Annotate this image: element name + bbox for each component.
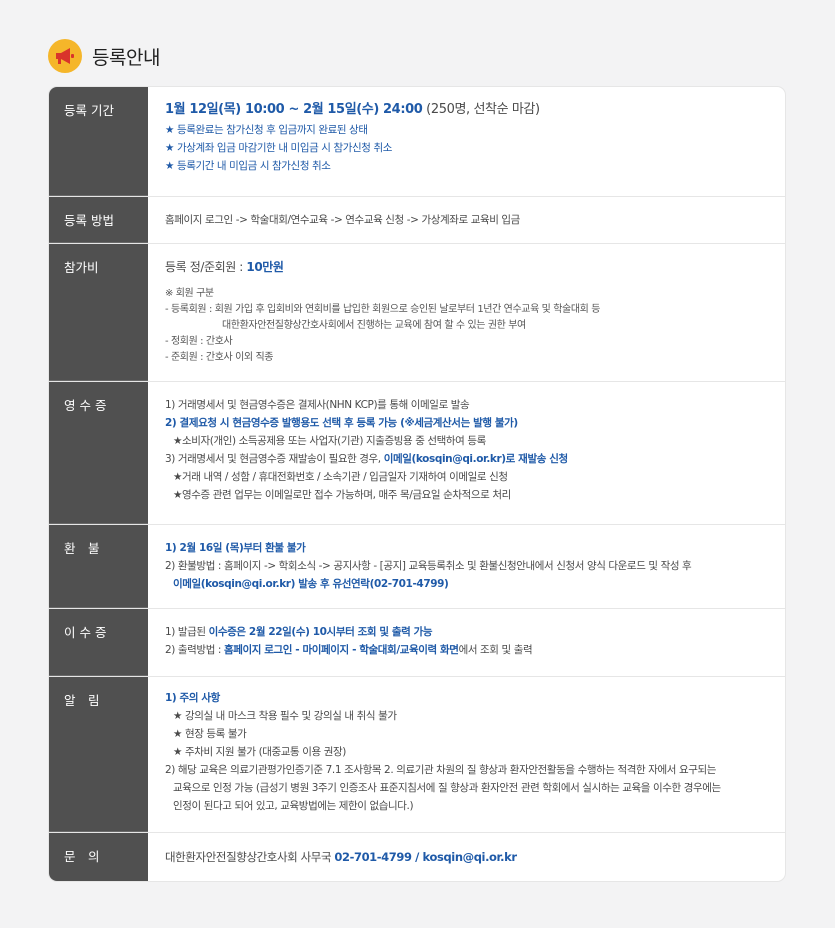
notice-line: 교육으로 인정 가능 (급성기 병원 3주기 인증조사 표준지침서에 질 향상과… — [173, 782, 721, 794]
period-note: ★ 등록기간 내 미입금 시 참가신청 취소 — [165, 160, 331, 172]
notice-line: 1) 주의 사항 — [165, 692, 220, 704]
fee-line: 대한환자안전질향상간호사회에서 진행하는 교육에 참여 할 수 있는 권한 부여 — [222, 320, 526, 331]
receipt-line: ★소비자(개인) 소득공제용 또는 사업자(기관) 지출증빙용 중 선택하여 등… — [173, 435, 486, 447]
row-refund: 환 불 1) 2월 16일 (목)부터 환불 불가 2) 환불방법 : 홈페이지… — [49, 525, 785, 609]
period-dates: 1월 12일(목) 10:00 ~ 2월 15일(수) 24:00 — [165, 102, 423, 117]
period-capacity: (250명, 선착순 마감) — [422, 102, 540, 117]
receipt-line: ★거래 내역 / 성함 / 휴대전화번호 / 소속기관 / 입금일자 기재하여 … — [173, 471, 508, 483]
label-notice: 알 림 — [49, 677, 148, 832]
notice-item: ★ 현장 등록 불가 — [173, 728, 247, 740]
contact-info: 02-701-4799 / kosqin@qi.or.kr — [334, 850, 517, 864]
label-contact: 문 의 — [49, 833, 148, 881]
registration-info-table: 등록 기간 1월 12일(목) 10:00 ~ 2월 15일(수) 24:00 … — [49, 87, 785, 881]
label-period: 등록 기간 — [49, 87, 148, 196]
page-header: 등록안내 — [48, 38, 160, 74]
refund-line: 1) 2월 16일 (목)부터 환불 불가 — [165, 542, 306, 554]
page-title: 등록안내 — [92, 46, 160, 69]
fee-line: - 정회원 : 간호사 — [165, 336, 233, 347]
period-note: ★ 등록완료는 참가신청 후 입금까지 완료된 상태 — [165, 124, 368, 136]
fee-line: - 등록회원 : 회원 가입 후 입회비와 연회비를 납입한 회원으로 승인된 … — [165, 304, 600, 315]
receipt-line: 2) 결제요청 시 현금영수증 발행용도 선택 후 등록 가능 (※세금계산서는… — [165, 417, 518, 429]
cert-line: 1) 발급된 이수증은 2월 22일(수) 10시부터 조회 및 출력 가능 — [165, 626, 433, 638]
cert-line: 2) 출력방법 : 홈페이지 로그인 - 마이페이지 - 학술대회/교육이력 화… — [165, 644, 533, 656]
fee-line: ※ 회원 구분 — [165, 288, 214, 299]
notice-item: ★ 강의실 내 마스크 착용 필수 및 강의실 내 취식 불가 — [173, 710, 397, 722]
notice-item: ★ 주차비 지원 불가 (대중교통 이용 권장) — [173, 746, 346, 758]
label-receipt: 영 수 증 — [49, 382, 148, 524]
label-method: 등록 방법 — [49, 197, 148, 243]
receipt-line: ★영수증 관련 업무는 이메일로만 접수 가능하며, 매주 목/금요일 순차적으… — [173, 489, 511, 501]
row-receipt: 영 수 증 1) 거래명세서 및 현금영수증은 결제사(NHN KCP)를 통해… — [49, 382, 785, 525]
label-refund: 환 불 — [49, 525, 148, 608]
row-contact: 문 의 대한환자안전질향상간호사회 사무국 02-701-4799 / kosq… — [49, 833, 785, 881]
fee-amount: 10만원 — [246, 260, 284, 274]
receipt-line: 3) 거래명세서 및 현금영수증 재발송이 필요한 경우, 이메일(kosqin… — [165, 453, 568, 465]
notice-line: 2) 해당 교육은 의료기관평가인증기준 7.1 조사항목 2. 의료기관 차원… — [165, 764, 717, 776]
row-fee: 참가비 등록 정/준회원 : 10만원 ※ 회원 구분 - 등록회원 : 회원 … — [49, 244, 785, 382]
fee-main: 등록 정/준회원 : 10만원 — [165, 260, 284, 274]
period-note: ★ 가상계좌 입금 마감기한 내 미입금 시 참가신청 취소 — [165, 142, 392, 154]
refund-line: 2) 환불방법 : 홈페이지 -> 학회소식 -> 공지사항 - [공지] 교육… — [165, 560, 692, 572]
label-certificate: 이 수 증 — [49, 609, 148, 676]
receipt-line: 1) 거래명세서 및 현금영수증은 결제사(NHN KCP)를 통해 이메일로 … — [165, 399, 470, 411]
notice-line: 인정이 된다고 되어 있고, 교육방법에는 제한이 없습니다.) — [173, 800, 414, 812]
receipt-email: 이메일(kosqin@qi.or.kr)로 재발송 신청 — [383, 453, 568, 465]
megaphone-icon — [48, 39, 82, 73]
method-text: 홈페이지 로그인 -> 학술대회/연수교육 -> 연수교육 신청 -> 가상계좌… — [165, 214, 520, 226]
row-notice: 알 림 1) 주의 사항 ★ 강의실 내 마스크 착용 필수 및 강의실 내 취… — [49, 677, 785, 833]
row-method: 등록 방법 홈페이지 로그인 -> 학술대회/연수교육 -> 연수교육 신청 -… — [49, 197, 785, 244]
row-period: 등록 기간 1월 12일(목) 10:00 ~ 2월 15일(수) 24:00 … — [49, 87, 785, 197]
refund-line: 이메일(kosqin@qi.or.kr) 발송 후 유선연락(02-701-47… — [173, 578, 449, 590]
contact-line: 대한환자안전질향상간호사회 사무국 02-701-4799 / kosqin@q… — [165, 850, 517, 864]
fee-line: - 준회원 : 간호사 이외 직종 — [165, 352, 274, 363]
period-main: 1월 12일(목) 10:00 ~ 2월 15일(수) 24:00 (250명,… — [165, 99, 773, 121]
label-fee: 참가비 — [49, 244, 148, 381]
row-certificate: 이 수 증 1) 발급된 이수증은 2월 22일(수) 10시부터 조회 및 출… — [49, 609, 785, 677]
